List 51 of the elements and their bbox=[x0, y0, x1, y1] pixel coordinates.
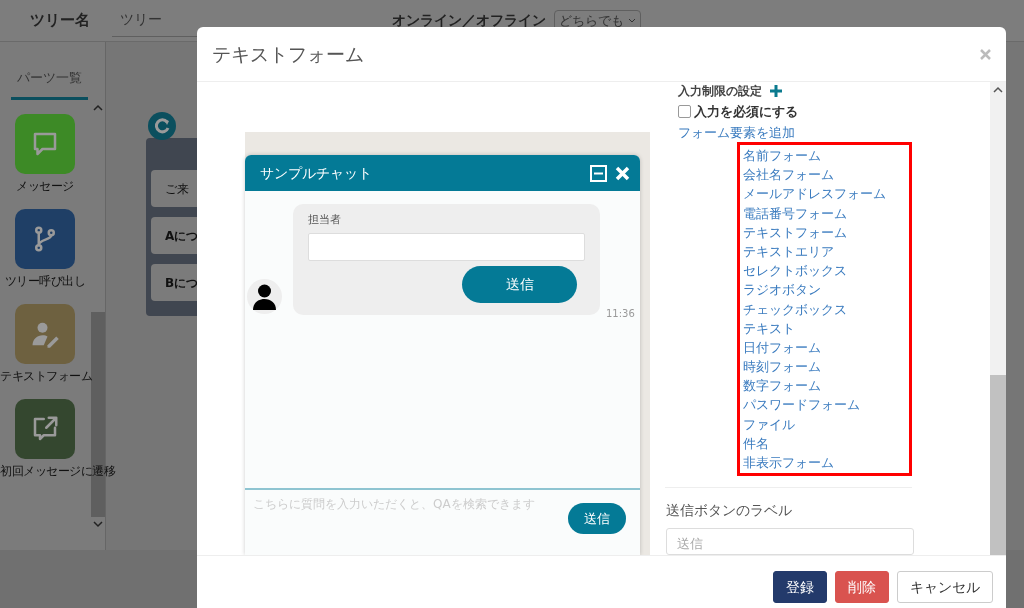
form-element-option[interactable]: 時刻フォーム bbox=[743, 357, 909, 377]
button-label-heading: 送信ボタンのラベル bbox=[666, 501, 793, 521]
part-tile[interactable] bbox=[15, 114, 75, 174]
minimize-icon[interactable] bbox=[590, 164, 607, 182]
button-label-field[interactable]: 送信 bbox=[666, 528, 914, 555]
part-tile[interactable] bbox=[15, 399, 75, 459]
part-label: ツリー呼び出し bbox=[3, 273, 87, 290]
part-label: メッセージ bbox=[15, 178, 75, 195]
form-element-option[interactable]: 会社名フォーム bbox=[743, 165, 909, 185]
scrollbar-thumb[interactable] bbox=[990, 375, 1006, 555]
footer-button[interactable]: キャンセル bbox=[897, 571, 993, 603]
form-element-option[interactable]: 電話番号フォーム bbox=[743, 203, 909, 223]
send-button[interactable]: 送信 bbox=[462, 265, 577, 303]
chat-title: サンプルチャット bbox=[260, 163, 372, 183]
tree-name-label: ツリー名 bbox=[30, 10, 91, 32]
form-element-option[interactable]: 日付フォーム bbox=[743, 337, 909, 358]
form-element-option[interactable]: ラジオボタン bbox=[743, 280, 909, 300]
status-label: オンライン／オフライン bbox=[392, 11, 546, 30]
form-element-option[interactable]: テキストフォーム bbox=[743, 222, 909, 242]
field-label: 担当者 bbox=[308, 212, 342, 228]
form-element-option[interactable]: 件名 bbox=[743, 433, 909, 453]
form-element-option[interactable]: 数字フォーム bbox=[743, 376, 909, 396]
part-label: 初回メッセージに遷移 bbox=[0, 463, 115, 480]
refresh-icon[interactable] bbox=[148, 112, 176, 140]
part-label: テキストフォーム bbox=[0, 368, 92, 385]
caret-icon bbox=[628, 17, 636, 24]
footer-button[interactable]: 登録 bbox=[773, 571, 827, 603]
message-time: 11:36 bbox=[606, 307, 635, 321]
part-tile[interactable] bbox=[15, 304, 75, 364]
modal-title: テキストフォーム bbox=[212, 41, 364, 67]
part-tile[interactable] bbox=[15, 209, 75, 269]
scroll-up-icon[interactable] bbox=[92, 104, 103, 112]
avatar-icon bbox=[247, 279, 282, 314]
form-element-option[interactable]: パスワードフォーム bbox=[743, 395, 909, 415]
form-element-option[interactable]: セレクトボックス bbox=[743, 261, 909, 281]
required-checkbox[interactable] bbox=[678, 105, 691, 119]
footer-button[interactable]: 削除 bbox=[835, 571, 889, 603]
form-element-option[interactable]: 非表示フォーム bbox=[743, 453, 909, 473]
scroll-down-icon[interactable] bbox=[92, 520, 103, 528]
form-element-option[interactable]: テキスト bbox=[743, 318, 909, 338]
required-label: 入力を必須にする bbox=[694, 103, 798, 121]
send-button[interactable]: 送信 bbox=[568, 503, 626, 534]
restriction-label: 入力制限の設定 bbox=[678, 83, 762, 100]
form-element-option[interactable]: テキストエリア bbox=[743, 241, 909, 262]
form-element-option[interactable]: メールアドレスフォーム bbox=[743, 184, 909, 204]
scroll-up-icon[interactable] bbox=[993, 86, 1003, 94]
form-element-option[interactable]: 名前フォーム bbox=[743, 146, 909, 166]
form-element-option[interactable]: ファイル bbox=[743, 414, 909, 434]
add-form-element-link[interactable]: フォーム要素を追加 bbox=[678, 122, 990, 142]
plus-icon[interactable] bbox=[770, 85, 782, 97]
form-element-option[interactable]: チェックボックス bbox=[743, 299, 909, 319]
